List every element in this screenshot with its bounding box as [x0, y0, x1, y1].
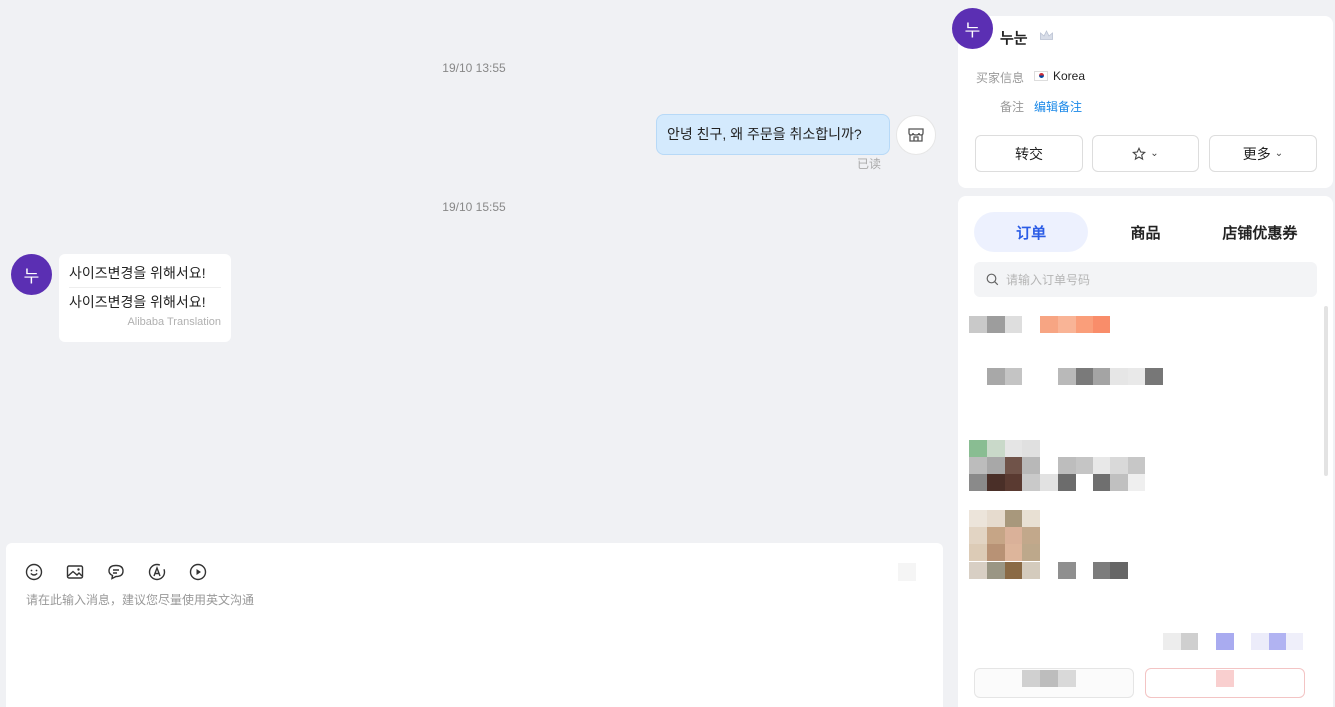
search-icon	[986, 273, 999, 286]
korea-flag-icon	[1034, 71, 1048, 81]
chevron-down-icon: ⌄	[1274, 148, 1284, 159]
outgoing-message[interactable]: 안녕 친구, 왜 주문을 취소합니까?	[656, 114, 890, 155]
translation-source: Alibaba Translation	[127, 316, 221, 328]
tab-store-coupons[interactable]: 店铺优惠券	[1203, 212, 1317, 252]
video-icon[interactable]	[188, 562, 208, 582]
timestamp: 19/10 15:55	[442, 200, 506, 214]
more-button-label: 更多	[1242, 145, 1271, 162]
message-original: 사이즈변경을 위해서요!	[69, 260, 221, 288]
timestamp: 19/10 13:55	[442, 61, 506, 75]
send-option-icon[interactable]	[898, 563, 916, 581]
scrollbar[interactable]	[1324, 306, 1328, 476]
chat-area: 19/10 13:55 안녕 친구, 왜 주문을 취소합니까? 已读 19/10…	[0, 0, 948, 545]
panel-tabs: 订单 商品 店铺优惠券	[974, 212, 1317, 252]
emoji-icon[interactable]	[24, 562, 44, 582]
composer-toolbar	[24, 562, 208, 582]
order-search[interactable]	[974, 262, 1317, 297]
edit-note-link[interactable]: 编辑备注	[1034, 98, 1082, 115]
chevron-down-icon: ⌄	[1150, 148, 1159, 159]
tab-products[interactable]: 商品	[1088, 212, 1202, 252]
incoming-message[interactable]: 사이즈변경을 위해서요! 사이즈변경을 위해서요! Alibaba Transl…	[59, 254, 231, 342]
read-status: 已读	[857, 157, 882, 171]
quick-reply-icon[interactable]	[106, 562, 126, 582]
shop-icon	[908, 128, 924, 142]
star-icon	[1132, 146, 1147, 160]
buyer-profile-avatar[interactable]: 누	[952, 8, 993, 49]
shop-avatar[interactable]	[896, 115, 936, 155]
buyer-country: Korea	[1034, 69, 1085, 83]
crown-icon	[1040, 30, 1053, 40]
buyer-info-label: 买家信息	[975, 71, 1024, 85]
orders-card: 订单 商品 店铺优惠券	[958, 196, 1333, 707]
transfer-button[interactable]: 转交	[975, 135, 1083, 172]
favorite-button[interactable]: ⌄	[1092, 135, 1199, 172]
message-input[interactable]	[26, 591, 906, 691]
translate-icon[interactable]	[147, 562, 167, 582]
message-composer	[6, 543, 943, 707]
message-translation: 사이즈변경을 위해서요!	[69, 294, 206, 310]
tab-orders[interactable]: 订单	[974, 212, 1089, 252]
image-icon[interactable]	[65, 562, 85, 582]
buyer-avatar[interactable]: 누	[11, 254, 52, 295]
order-search-input[interactable]	[1006, 272, 1306, 287]
more-button[interactable]: 更多 ⌄	[1209, 135, 1317, 172]
note-label: 备注	[999, 100, 1024, 114]
buyer-name: 누눈	[1000, 30, 1028, 47]
